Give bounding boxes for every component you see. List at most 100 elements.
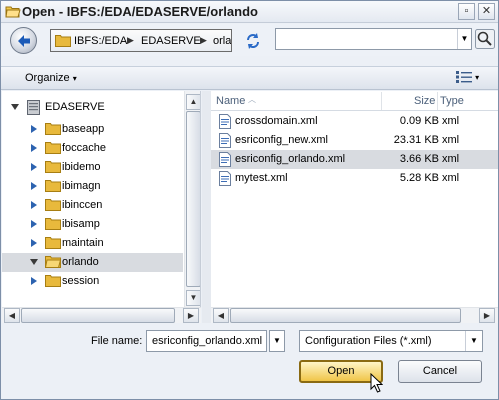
search-icon[interactable] [475,29,495,49]
tree-item-label: baseapp [62,123,105,135]
address-row: IBFS:/EDA ▶ EDASERVE ▶ orla ▼ [1,24,498,56]
collapsed-arrow-icon[interactable] [30,163,38,171]
folder-icon [45,123,61,135]
scroll-right-button[interactable]: ▶ [479,308,495,323]
tree-item-folder[interactable]: maintain [2,234,183,253]
folder-icon [45,161,61,173]
collapsed-arrow-icon[interactable] [30,220,38,228]
folder-icon [45,218,61,230]
scroll-up-button[interactable]: ▲ [186,94,200,110]
pane-splitter[interactable] [202,91,211,323]
scroll-thumb[interactable] [21,308,175,323]
tree-item-folder[interactable]: ibidemo [2,158,183,177]
file-row-selected[interactable]: esriconfig_orlando.xml 3.66 KB xml [211,150,498,169]
column-divider[interactable] [437,92,438,110]
scroll-thumb[interactable] [230,308,461,323]
folder-tree[interactable]: EDASERVE baseapp foccache ibidemo ibimag… [2,91,201,307]
close-button[interactable]: ✕ [478,3,495,20]
back-arrow-icon [18,35,30,47]
file-list-horizontal-scrollbar[interactable]: ◀ ▶ [211,307,498,323]
server-icon [27,100,40,115]
file-size: 5.28 KB [399,172,439,184]
tree-item-folder[interactable]: session [2,272,183,291]
scroll-down-button[interactable]: ▼ [186,290,200,306]
organize-menu[interactable]: Organize ▾ [25,72,77,84]
open-folder-icon [45,256,61,268]
tree-item-folder[interactable]: ibisamp [2,215,183,234]
xml-file-icon [219,114,231,129]
tree-item-label: maintain [62,237,104,249]
expanded-arrow-icon[interactable] [11,103,19,111]
breadcrumb-ibfs-eda[interactable]: IBFS:/EDA [74,35,127,47]
tree-item-folder-selected[interactable]: orlando [2,253,183,272]
collapsed-arrow-icon[interactable] [30,239,38,247]
breadcrumb-orlando[interactable]: orla [213,35,231,47]
tree-item-folder[interactable]: baseapp [2,120,183,139]
file-type-select[interactable]: Configuration Files (*.xml) ▼ [299,330,483,352]
chevron-right-icon[interactable]: ▶ [200,35,207,46]
title-bar: Open - IBFS:/EDA/EDASERVE/orlando ▫ ✕ [1,1,498,23]
views-icon [456,71,472,84]
file-row[interactable]: mytest.xml 5.28 KB xml [211,169,498,188]
open-folder-icon [5,6,21,18]
collapsed-arrow-icon[interactable] [30,277,38,285]
tree-item-label: EDASERVE [45,101,105,113]
collapsed-arrow-icon[interactable] [30,125,38,133]
expanded-arrow-icon[interactable] [30,258,38,266]
tree-item-label: foccache [62,142,107,154]
file-row[interactable]: crossdomain.xml 0.09 KB xml [211,112,498,131]
tree-item-folder[interactable]: ibinccen [2,196,183,215]
column-header-size[interactable]: Size [414,95,435,107]
column-header-name[interactable]: Name [216,95,245,107]
chevron-right-icon[interactable]: ▶ [127,35,134,46]
file-size: 0.09 KB [399,115,439,127]
scroll-left-button[interactable]: ◀ [213,308,229,323]
file-row[interactable]: esriconfig_new.xml 23.31 KB xml [211,131,498,150]
scroll-left-button[interactable]: ◀ [4,308,20,323]
folder-icon [45,237,61,249]
sort-ascending-icon: ︿ [248,95,256,104]
maximize-button[interactable]: ▫ [458,3,475,20]
tree-item-folder[interactable]: ibimagn [2,177,183,196]
file-name: esriconfig_new.xml [235,134,328,146]
file-name: crossdomain.xml [235,115,318,127]
breadcrumb-edaserve[interactable]: EDASERVE [141,35,201,47]
maximize-icon: ▫ [464,5,469,17]
address-bar[interactable]: IBFS:/EDA ▶ EDASERVE ▶ orla [50,29,232,52]
column-header-type[interactable]: Type [440,95,464,107]
folder-icon [45,180,61,192]
tree-vertical-scrollbar[interactable]: ▲ ▼ [184,91,200,307]
file-size: 3.66 KB [399,153,439,165]
column-divider[interactable] [381,92,382,110]
file-name-dropdown-arrow-icon[interactable]: ▼ [269,330,285,352]
scroll-thumb[interactable] [186,111,200,287]
file-type-value: Configuration Files (*.xml) [305,335,432,347]
file-type: xml [442,115,460,127]
chevron-down-icon: ▾ [475,73,480,82]
mouse-cursor-icon [370,373,383,393]
views-menu[interactable]: ▾ [456,71,480,84]
file-list[interactable]: Name ︿ Size Type crossdomain.xml 0.09 KB… [211,91,498,307]
chevron-down-icon[interactable]: ▼ [465,331,482,351]
refresh-icon[interactable] [244,32,262,50]
tree-item-label: ibisamp [62,218,100,230]
tree-item-folder[interactable]: foccache [2,139,183,158]
collapsed-arrow-icon[interactable] [30,182,38,190]
file-name: mytest.xml [235,172,288,184]
collapsed-arrow-icon[interactable] [30,201,38,209]
file-name-input[interactable]: esriconfig_orlando.xml [146,330,267,352]
folder-icon [45,275,61,287]
tree-item-edaserve[interactable]: EDASERVE [2,98,183,117]
folder-icon [45,199,61,211]
file-list-header: Name ︿ Size Type [211,91,498,111]
xml-file-icon [219,152,231,167]
search-input[interactable]: ▼ [275,28,472,50]
file-type: xml [442,134,460,146]
cancel-button[interactable]: Cancel [398,360,482,383]
tree-horizontal-scrollbar[interactable]: ◀ ▶ [2,307,201,323]
scroll-right-button[interactable]: ▶ [183,308,199,323]
folder-icon [55,35,71,47]
search-dropdown-arrow-icon[interactable]: ▼ [457,29,471,49]
collapsed-arrow-icon[interactable] [30,144,38,152]
back-button[interactable] [10,27,37,54]
